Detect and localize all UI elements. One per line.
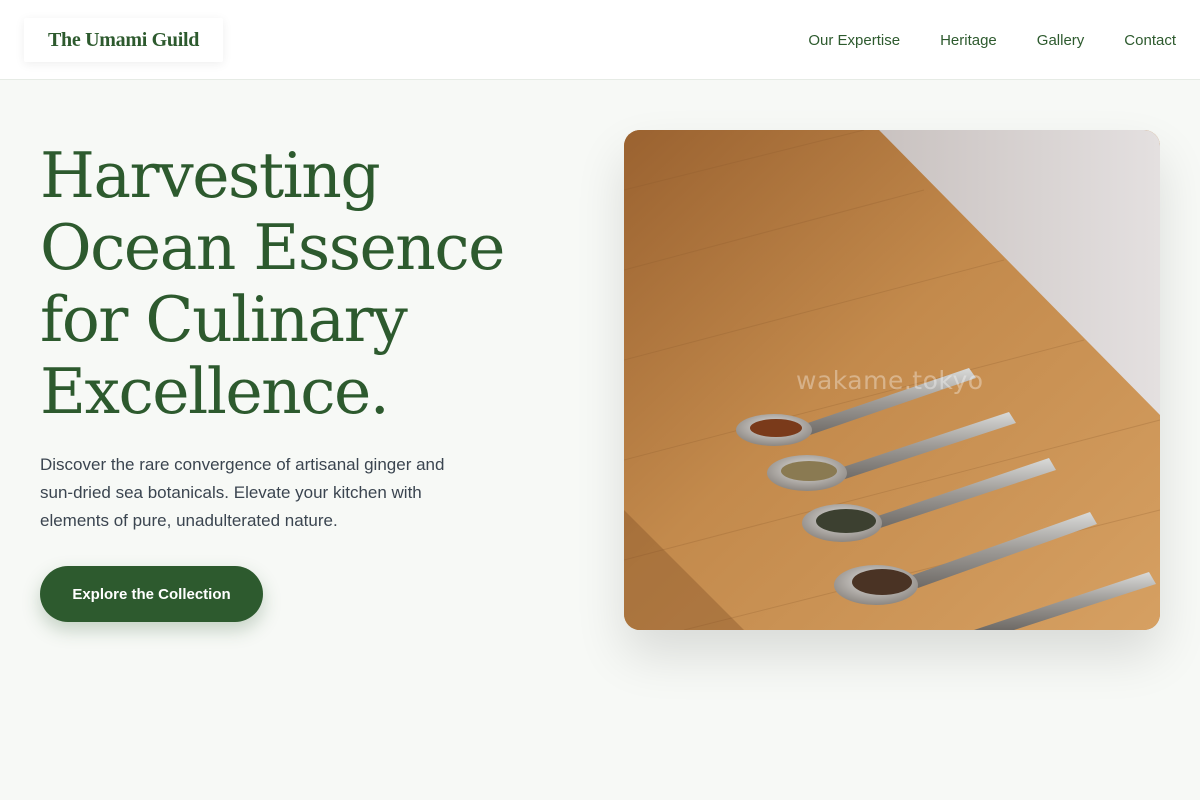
brand-logo[interactable]: The Umami Guild — [24, 18, 224, 62]
nav-item-our-expertise[interactable]: Our Expertise — [808, 32, 900, 49]
hero-title-line: Excellence. — [40, 355, 390, 428]
site-header: The Umami Guild Our Expertise Heritage G… — [0, 0, 1200, 80]
nav-item-gallery[interactable]: Gallery — [1037, 32, 1085, 49]
explore-collection-button[interactable]: Explore the Collection — [40, 566, 263, 622]
nav-item-heritage[interactable]: Heritage — [940, 32, 997, 49]
hero-title: Harvesting Ocean Essence for Culinary Ex… — [40, 140, 580, 428]
hero-title-line: Harvesting — [40, 139, 381, 212]
hero-title-line: for Culinary — [40, 283, 408, 356]
main-nav: Our Expertise Heritage Gallery Contact — [808, 0, 1176, 80]
image-watermark: wakame.tokyo — [796, 366, 984, 395]
brand-name: The Umami Guild — [48, 28, 200, 51]
hero-title-line: Ocean Essence — [40, 211, 505, 284]
hero-image: wakame.tokyo — [624, 130, 1160, 630]
hero-description: Discover the rare convergence of artisan… — [40, 455, 445, 530]
nav-item-contact[interactable]: Contact — [1124, 32, 1176, 49]
